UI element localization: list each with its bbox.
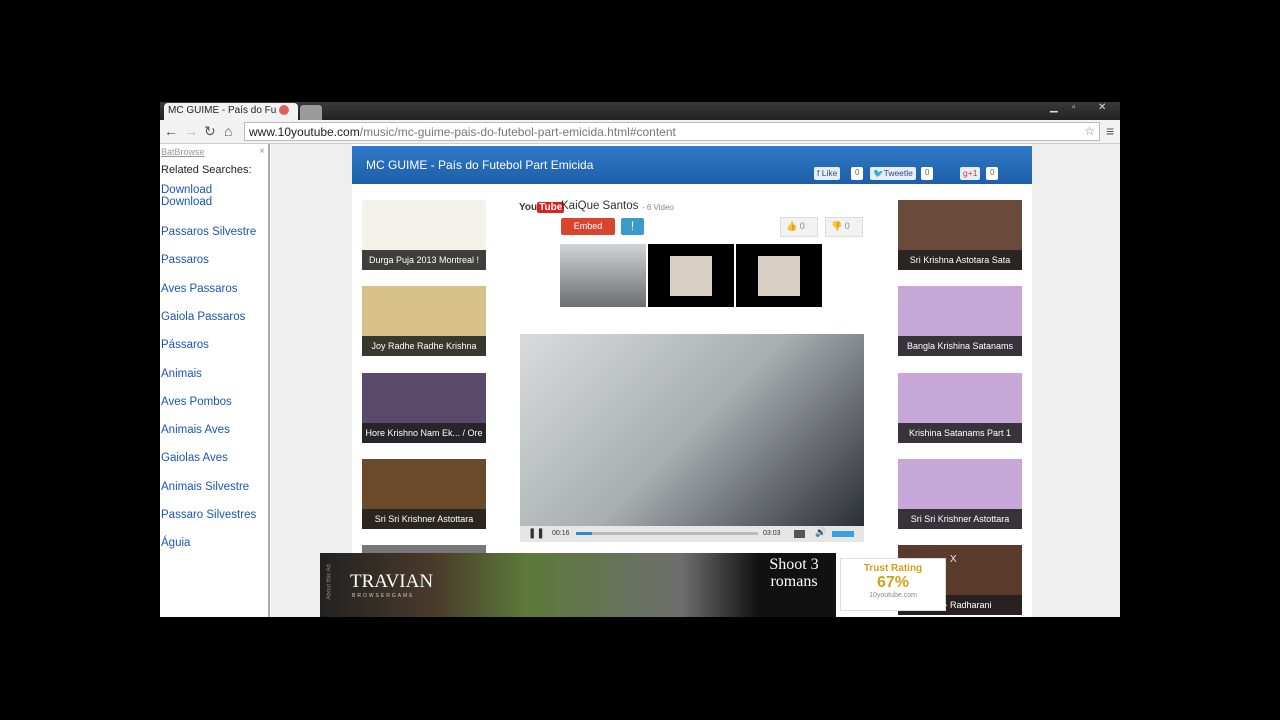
channel-name[interactable]: KaiQue Santos: [561, 200, 638, 212]
youtube-logo: You Tube: [519, 202, 565, 213]
fullscreen-icon[interactable]: [794, 530, 805, 538]
video-caption: Sri Sri Krishner Astottara: [898, 509, 1022, 529]
like-button[interactable]: 👍 0: [780, 217, 818, 237]
related-video-thumbnail[interactable]: Sri Sri Krishner Astottara: [362, 459, 486, 529]
duration: 03:03: [763, 530, 781, 537]
close-window-icon[interactable]: ✕: [1098, 102, 1106, 113]
video-thumbnail[interactable]: [648, 244, 734, 307]
tab-title: MC GUIME - País do Fu: [168, 105, 277, 116]
related-video-thumbnail[interactable]: Krishina Satanams Part 1: [898, 373, 1022, 443]
dislike-button[interactable]: 👎 0: [825, 217, 863, 237]
sidebar-link[interactable]: Animais: [161, 368, 202, 380]
sidebar-close-icon[interactable]: ×: [259, 146, 265, 157]
video-caption: Joy Radhe Radhe Krishna: [362, 336, 486, 356]
related-video-thumbnail[interactable]: Joy Radhe Radhe Krishna: [362, 286, 486, 356]
sidebar-link[interactable]: Download Download: [161, 184, 231, 208]
related-video-thumbnail[interactable]: Sri Krishna Astotara Sata: [898, 200, 1022, 270]
progress-bar[interactable]: [576, 532, 758, 535]
trust-rating-widget[interactable]: Trust Rating 67% 10youtube.com: [840, 558, 946, 611]
page-title: MC GUIME - País do Futebol Part Emicida: [366, 158, 594, 172]
tweet-count: 0: [921, 167, 934, 180]
video-caption: Durga Puja 2013 Montreal !: [362, 250, 486, 270]
browser-tab[interactable]: MC GUIME - País do Fu: [164, 103, 298, 120]
maximize-icon[interactable]: ▫: [1072, 102, 1076, 113]
related-searches-heading: Related Searches:: [161, 164, 252, 176]
sidebar-link[interactable]: Águia: [161, 537, 190, 549]
sidebar-link[interactable]: Animais Aves: [161, 424, 230, 436]
embed-button[interactable]: Embed: [561, 218, 615, 235]
related-video-thumbnail[interactable]: Durga Puja 2013 Montreal !: [362, 200, 486, 270]
sidebar-link[interactable]: Gaiola Passaros: [161, 311, 245, 323]
toolbar: ← → ↻ ⌂ www.10youtube.com/music/mc-guime…: [160, 120, 1120, 144]
volume-slider[interactable]: [832, 531, 854, 537]
trust-label: Trust Rating: [863, 563, 923, 574]
video-caption: Sri Sri Krishner Astottara: [362, 509, 486, 529]
like-count: 0: [851, 167, 864, 180]
pause-icon[interactable]: ❚❚: [528, 528, 545, 539]
video-caption: Bangla Krishina Satanams: [898, 336, 1022, 356]
trust-site: 10youtube.com: [869, 592, 917, 599]
close-tab-icon[interactable]: [279, 105, 290, 116]
ad-close-button[interactable]: X: [950, 554, 957, 565]
report-button[interactable]: !: [621, 218, 644, 235]
reload-icon[interactable]: ↻: [204, 123, 216, 140]
video-thumbnail[interactable]: [736, 244, 822, 307]
related-video-thumbnail[interactable]: Bangla Krishina Satanams: [898, 286, 1022, 356]
star-icon[interactable]: ☆: [1084, 124, 1095, 138]
minimize-icon[interactable]: ▁: [1050, 102, 1058, 113]
ad-banner[interactable]: About this Ad TRAVIAN BROWSERGAME Shoot …: [320, 553, 836, 617]
facebook-like-button[interactable]: f Like: [814, 167, 841, 180]
sidebar-link[interactable]: Aves Passaros: [161, 283, 238, 295]
trust-value: 67%: [876, 574, 910, 591]
page-header: MC GUIME - País do Futebol Part Emicida …: [352, 146, 1032, 184]
current-time: 00:16: [552, 530, 570, 537]
related-video-thumbnail[interactable]: Sri Sri Krishner Astottara: [898, 459, 1022, 529]
ad-brand: TRAVIAN: [350, 571, 434, 592]
tweet-button[interactable]: 🐦Tweetle: [870, 167, 916, 180]
sidebar-link[interactable]: Pássaros: [161, 339, 209, 351]
ad-tagline: Shoot 3 romans: [769, 556, 819, 590]
video-thumbnail[interactable]: [560, 244, 646, 307]
video-caption: Krishina Satanams Part 1: [898, 423, 1022, 443]
gplus-button[interactable]: g+1: [960, 167, 981, 180]
home-icon[interactable]: ⌂: [224, 123, 232, 139]
player-controls: ❚❚ 00:16 03:03 🔊: [520, 526, 864, 542]
sidebar-brand[interactable]: BatBrowse: [161, 147, 205, 157]
url-path: /music/mc-guime-pais-do-futebol-part-emi…: [359, 125, 676, 139]
video-caption: Hore Krishno Nam Ek... / Ore: [362, 423, 486, 443]
new-tab-button[interactable]: [300, 105, 322, 120]
menu-icon[interactable]: ≡: [1106, 123, 1114, 139]
video-count: - 6 Video: [642, 203, 674, 212]
video-caption: Sri Krishna Astotara Sata: [898, 250, 1022, 270]
video-player[interactable]: [520, 334, 864, 526]
sidebar-link[interactable]: Animais Silvestre: [161, 481, 249, 493]
related-video-thumbnail[interactable]: Hore Krishno Nam Ek... / Ore: [362, 373, 486, 443]
sidebar-link[interactable]: Passaros: [161, 254, 209, 266]
sidebar-link[interactable]: Gaiolas Aves: [161, 452, 228, 464]
sidebar-link[interactable]: Passaros Silvestre: [161, 226, 256, 238]
back-icon[interactable]: ←: [164, 123, 178, 139]
about-ad[interactable]: About this Ad: [327, 564, 333, 599]
url-domain: www.10youtube.com: [249, 125, 360, 139]
address-bar[interactable]: www.10youtube.com/music/mc-guime-pais-do…: [244, 122, 1100, 141]
sidebar: BatBrowse × Related Searches: Download D…: [160, 144, 270, 617]
sidebar-link[interactable]: Aves Pombos: [161, 396, 232, 408]
tab-bar: MC GUIME - País do Fu ▁ ▫ ✕: [160, 102, 1120, 120]
gplus-count: 0: [986, 167, 999, 180]
volume-icon[interactable]: 🔊: [815, 527, 826, 538]
sidebar-link[interactable]: Passaro Silvestres: [161, 509, 256, 521]
thumbs-down-icon: 👎: [831, 221, 843, 231]
ad-brand-sub: BROWSERGAME: [352, 593, 415, 599]
thumbs-up-icon: 👍: [786, 221, 798, 231]
forward-icon[interactable]: →: [184, 123, 198, 139]
